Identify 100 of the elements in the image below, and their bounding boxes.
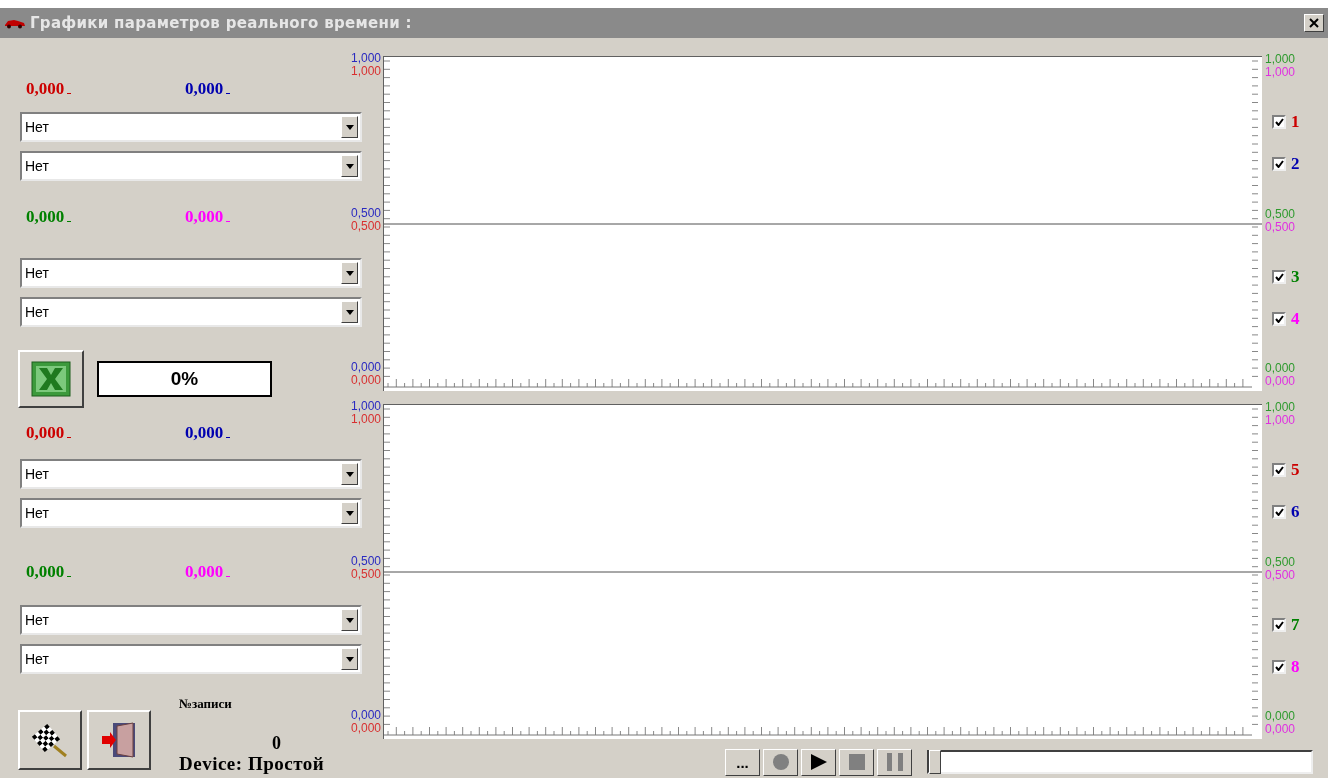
channel-label: 8 — [1291, 656, 1300, 677]
value-readout: 0,000 — [26, 207, 65, 227]
checkbox[interactable] — [1272, 505, 1286, 520]
value-readout: 0,000 — [185, 423, 224, 443]
checkbox[interactable] — [1272, 311, 1286, 326]
tick-mark — [67, 93, 72, 94]
axis-label: 1,000 — [1265, 401, 1296, 414]
caret-icon — [345, 270, 354, 276]
axis-label: 0,500 — [350, 206, 381, 220]
caret-icon — [345, 309, 354, 315]
axis-label: 1,000 — [350, 413, 381, 426]
tick-mark — [67, 221, 72, 222]
play-button[interactable] — [801, 748, 836, 776]
caret-icon — [345, 471, 354, 477]
dropdown[interactable]: Нет — [20, 151, 362, 181]
axis-label: 1,000 — [1265, 53, 1296, 66]
progress-percentage: 0% — [97, 361, 272, 397]
axis-label: 0,500 — [1265, 207, 1296, 221]
value-readout: 0,000 — [185, 562, 224, 582]
spreadsheet-x-icon — [31, 361, 71, 397]
axis-label: 1,000 — [350, 52, 381, 65]
channel-label: 6 — [1291, 502, 1300, 523]
checkbox[interactable] — [1272, 617, 1286, 632]
check-icon — [1274, 662, 1284, 671]
value-readout: 0,000 — [185, 207, 224, 227]
axis-label: 0,000 — [1265, 362, 1296, 375]
channel-label: 7 — [1291, 614, 1300, 635]
channel-label: 1 — [1291, 112, 1300, 133]
pause-icon — [886, 753, 903, 771]
axis-label: 0,000 — [350, 722, 381, 735]
channel-label: 5 — [1291, 460, 1300, 481]
record-number-value: 0 — [272, 733, 282, 753]
record-icon — [771, 753, 790, 771]
record-number-label: №записи — [179, 696, 233, 712]
axis-label: 0,000 — [1265, 710, 1296, 723]
caret-icon — [345, 510, 354, 516]
check-icon — [1274, 272, 1284, 281]
check-icon — [1274, 466, 1284, 475]
finish-button[interactable] — [18, 710, 82, 770]
channel-label: 3 — [1291, 266, 1300, 287]
axis-label: 0,000 — [350, 361, 381, 374]
caret-icon — [345, 124, 354, 130]
slider-thumb[interactable] — [929, 750, 941, 774]
value-readout: 0,000 — [185, 79, 224, 99]
tick-mark — [226, 93, 231, 94]
dropdown[interactable]: Нет — [20, 644, 362, 674]
close-icon — [1309, 18, 1319, 28]
dropdown[interactable]: Нет — [20, 605, 362, 635]
axis-label: 1,000 — [1265, 66, 1296, 79]
axis-label: 1,000 — [350, 65, 381, 78]
caret-icon — [345, 617, 354, 623]
exit-button[interactable] — [87, 710, 151, 770]
dropdown[interactable]: Нет — [20, 498, 362, 528]
export-excel-button[interactable] — [18, 350, 84, 408]
axis-label: 0,500 — [1265, 568, 1296, 582]
checkbox[interactable] — [1272, 115, 1286, 130]
axis-label: 0,500 — [350, 219, 381, 233]
dropdown[interactable]: Нет — [20, 112, 362, 142]
checkbox[interactable] — [1272, 269, 1286, 284]
axis-label: 1,000 — [350, 400, 381, 413]
axis-label: 0,500 — [350, 554, 381, 568]
value-readout: 0,000 — [26, 562, 65, 582]
dropdown[interactable]: Нет — [20, 459, 362, 489]
caret-icon — [345, 656, 354, 662]
check-icon — [1274, 314, 1284, 323]
axis-label: 0,500 — [350, 567, 381, 581]
dropdown[interactable]: Нет — [20, 258, 362, 288]
dropdown[interactable]: Нет — [20, 297, 362, 327]
tick-mark — [226, 576, 231, 577]
channel-label: 4 — [1291, 308, 1300, 329]
axis-label: 0,000 — [350, 374, 381, 387]
checkbox[interactable] — [1272, 157, 1286, 172]
check-icon — [1274, 118, 1284, 127]
channel-label: 2 — [1291, 154, 1300, 175]
check-icon — [1274, 620, 1284, 629]
tick-mark — [226, 221, 231, 222]
value-readout: 0,000 — [26, 79, 65, 99]
window-title: Графики параметров реального времени : — [30, 12, 412, 34]
play-icon — [809, 753, 828, 771]
check-icon — [1274, 160, 1284, 169]
more-button[interactable]: ... — [725, 748, 760, 776]
checkbox[interactable] — [1272, 463, 1286, 478]
device-name: Device: Простой — [179, 753, 325, 775]
axis-label: 0,000 — [1265, 723, 1296, 736]
check-icon — [1274, 508, 1284, 517]
stop-icon — [848, 754, 865, 770]
tick-mark — [226, 437, 231, 438]
checkbox[interactable] — [1272, 659, 1286, 674]
car-icon — [4, 17, 26, 29]
progress-slider[interactable] — [927, 750, 1313, 774]
close-button[interactable] — [1304, 14, 1324, 32]
axis-label: 0,500 — [1265, 220, 1296, 234]
axis-label: 1,000 — [1265, 414, 1296, 427]
axis-label: 0,000 — [1265, 375, 1296, 388]
tick-mark — [67, 576, 72, 577]
caret-icon — [345, 163, 354, 169]
value-readout: 0,000 — [26, 423, 65, 443]
axis-label: 0,000 — [350, 709, 381, 722]
axis-label: 0,500 — [1265, 555, 1296, 569]
tick-mark — [67, 437, 72, 438]
